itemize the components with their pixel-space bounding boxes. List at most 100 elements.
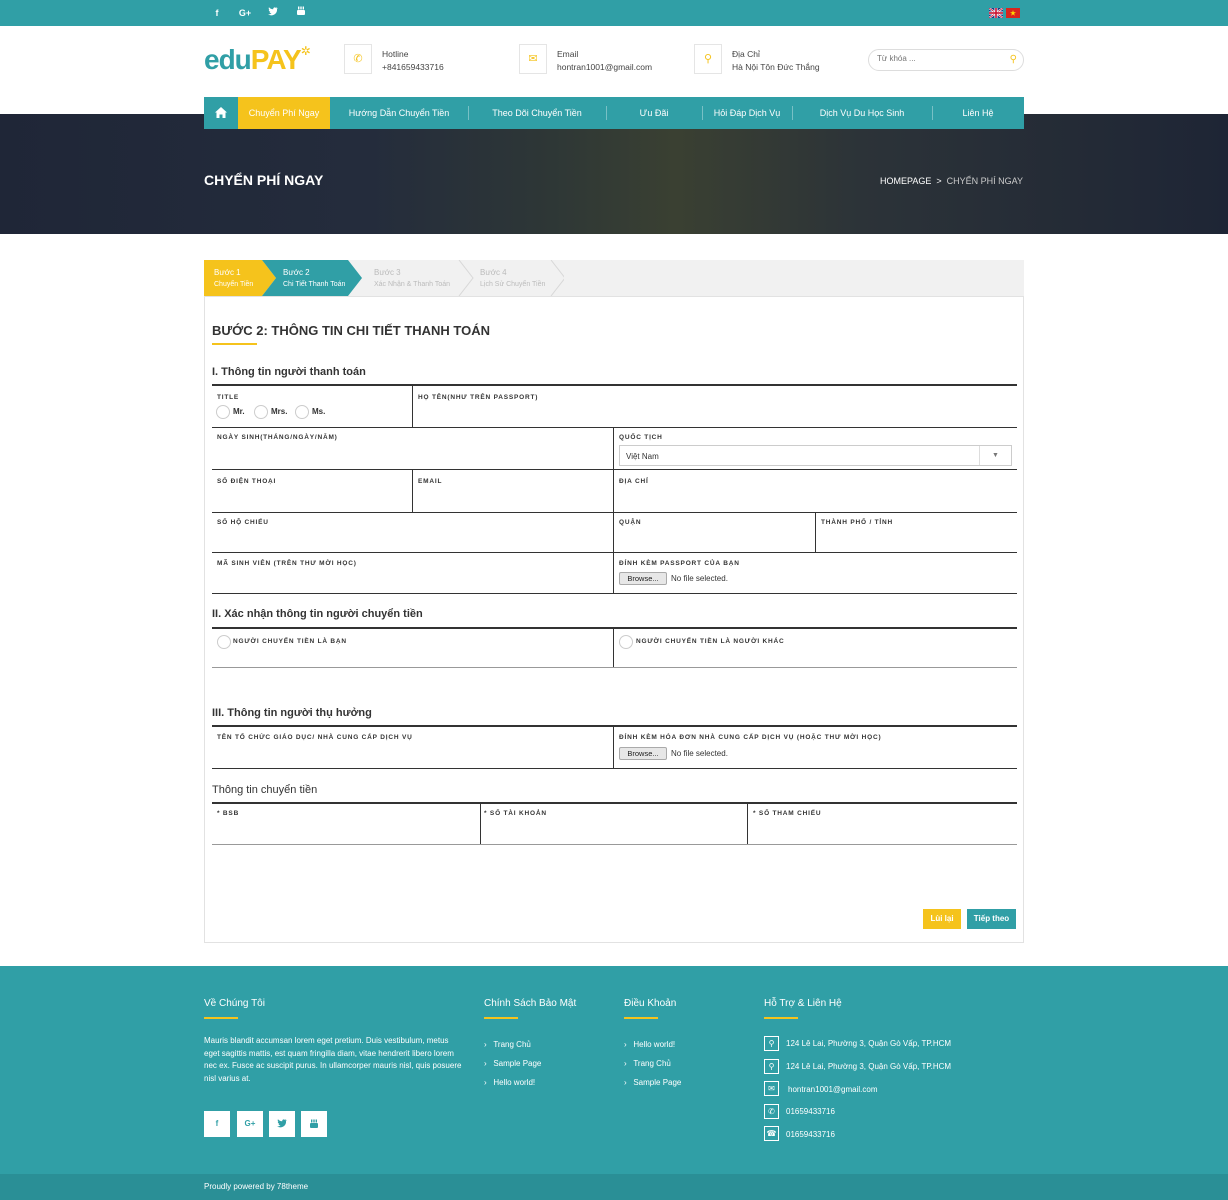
dob-input[interactable] (213, 445, 613, 467)
footer-support-title: Hỗ Trợ & Liên Hệ (764, 998, 842, 1009)
next-button[interactable]: Tiếp theo (967, 909, 1016, 929)
passport-file-status: No file selected. (671, 574, 728, 583)
section-divider (212, 384, 1017, 386)
footer-title-underline (764, 1017, 798, 1019)
district-input[interactable] (615, 530, 813, 552)
youtube-icon[interactable] (294, 6, 308, 20)
copyright-bar: Proudly powered by 78theme (0, 1174, 1228, 1200)
footer-email[interactable]: hontran1001@gmail.com (788, 1085, 878, 1094)
title-ms-radio[interactable] (295, 405, 309, 419)
address-input[interactable] (615, 489, 1015, 511)
search-icon[interactable]: ⚲ (1010, 54, 1017, 65)
passport-number-label: SỐ HỘ CHIẾU (217, 519, 269, 526)
breadcrumb-current: CHYỂN PHÍ NGAY (946, 176, 1023, 186)
row-divider (212, 667, 1017, 668)
chevron-down-icon: ▼ (979, 446, 1011, 465)
attach-invoice-label: ĐÍNH KÈM HÓA ĐƠN NHÀ CUNG CẤP DỊCH VỤ (H… (619, 734, 882, 741)
fullname-label: HỌ TÊN(NHƯ TRÊN PASSPORT) (418, 394, 539, 401)
bsb-label: * BSB (217, 810, 240, 817)
footer-policy-link[interactable]: › Hello world! (484, 1078, 535, 1087)
title-mrs-radio[interactable] (254, 405, 268, 419)
footer-title-underline (484, 1017, 518, 1019)
back-button[interactable]: Lùi lại (923, 909, 961, 929)
city-input[interactable] (817, 530, 1015, 552)
email-info: ✉ Email hontran1001@gmail.com (519, 44, 669, 76)
account-number-label: * SỐ TÀI KHOẢN (484, 810, 547, 817)
account-number-input[interactable] (482, 821, 746, 843)
google-plus-icon[interactable]: G+ (238, 6, 252, 20)
home-icon[interactable] (204, 97, 238, 129)
google-plus-icon[interactable]: G+ (237, 1111, 263, 1137)
hotline-label: Hotline (382, 49, 409, 59)
student-id-input[interactable] (213, 571, 613, 593)
top-bar: f G+ (0, 0, 1228, 26)
breadcrumb-home[interactable]: HOMEPAGE (880, 176, 931, 186)
form-title: BƯỚC 2: THÔNG TIN CHI TIẾT THANH TOÁN (212, 323, 491, 338)
step-title: Bước 2 (283, 268, 310, 277)
fullname-input[interactable] (413, 404, 1017, 426)
nationality-label: QUỐC TỊCH (619, 434, 663, 441)
organization-input[interactable] (213, 745, 613, 767)
nav-item-offers[interactable]: Ưu Đãi (606, 97, 702, 129)
hero-banner (0, 114, 1228, 234)
footer-title-underline (204, 1017, 238, 1019)
nav-item-student-services[interactable]: Dịch Vụ Du Học Sinh (792, 97, 932, 129)
nav-item-faq[interactable]: Hỏi Đáp Dịch Vụ (702, 97, 792, 129)
footer-terms-link[interactable]: › Hello world! (624, 1040, 675, 1049)
nav-item-transfer-guide[interactable]: Hướng Dẫn Chuyển Tiền (330, 97, 468, 129)
nav-item-track-transfer[interactable]: Theo Dõi Chuyển Tiền (468, 97, 606, 129)
field-divider (613, 629, 614, 667)
sender-other-radio[interactable] (619, 635, 633, 649)
title-mrs-label: Mrs. (271, 407, 288, 416)
sender-self-radio[interactable] (217, 635, 231, 649)
row-divider (212, 844, 1017, 845)
twitter-icon[interactable] (269, 1111, 295, 1137)
section-divider (212, 627, 1017, 629)
row-divider (212, 512, 1017, 513)
search-input[interactable] (877, 54, 997, 63)
invoice-browse-button[interactable]: Browse... (619, 747, 667, 760)
bsb-input[interactable] (213, 821, 478, 843)
nationality-select[interactable]: Việt Nam ▼ (619, 445, 1012, 466)
footer-terms-title: Điều Khoản (624, 998, 677, 1009)
footer-policy-link[interactable]: › Trang Chủ (484, 1040, 531, 1049)
footer-terms-link[interactable]: › Trang Chủ (624, 1059, 671, 1068)
step-title: Bước 1 (214, 268, 241, 277)
title-mr-radio[interactable] (216, 405, 230, 419)
phone-input[interactable] (213, 489, 411, 511)
row-divider (212, 552, 1017, 553)
row-divider (212, 427, 1017, 428)
twitter-icon[interactable] (266, 6, 280, 20)
passport-number-input[interactable] (213, 530, 613, 552)
step-title: Bước 3 (374, 268, 401, 277)
passport-browse-button[interactable]: Browse... (619, 572, 667, 585)
email-input[interactable] (414, 489, 612, 511)
breadcrumb: HOMEPAGE > CHYỂN PHÍ NGAY (880, 176, 1023, 186)
youtube-icon[interactable] (301, 1111, 327, 1137)
nav-item-contact[interactable]: Liên Hệ (932, 97, 1024, 129)
footer-policy-link[interactable]: › Sample Page (484, 1059, 541, 1068)
reference-number-input[interactable] (749, 821, 1015, 843)
invoice-file-status: No file selected. (671, 749, 728, 758)
field-divider (613, 470, 614, 512)
vietnam-flag-icon[interactable] (1006, 8, 1020, 18)
uk-flag-icon[interactable] (988, 7, 1004, 19)
nav-item-transfer-now[interactable]: Chuyển Phí Ngay (238, 97, 330, 129)
attach-passport-label: ĐÍNH KÈM PASSPORT CỦA BẠN (619, 560, 740, 567)
section-divider (212, 802, 1017, 804)
edupay-logo[interactable]: eduPAY✲ (204, 44, 311, 76)
organization-label: TÊN TỔ CHỨC GIÁO DỤC/ NHÀ CUNG CẤP DỊCH … (217, 734, 413, 741)
row-divider (212, 768, 1017, 769)
step-subtitle: Chi Tiết Thanh Toán (283, 281, 346, 288)
row-divider (212, 469, 1017, 470)
step-subtitle: Xác Nhận & Thanh Toán (374, 281, 451, 288)
facebook-icon[interactable]: f (210, 6, 224, 20)
address-value: Hà Nội Tôn Đức Thắng (732, 62, 820, 72)
field-divider (815, 513, 816, 552)
facebook-icon[interactable]: f (204, 1111, 230, 1137)
breadcrumb-separator: > (936, 176, 942, 186)
map-marker-icon: ⚲ (764, 1036, 779, 1051)
footer-terms-link[interactable]: › Sample Page (624, 1078, 681, 1087)
title-underline (212, 343, 257, 345)
row-divider (212, 593, 1017, 594)
